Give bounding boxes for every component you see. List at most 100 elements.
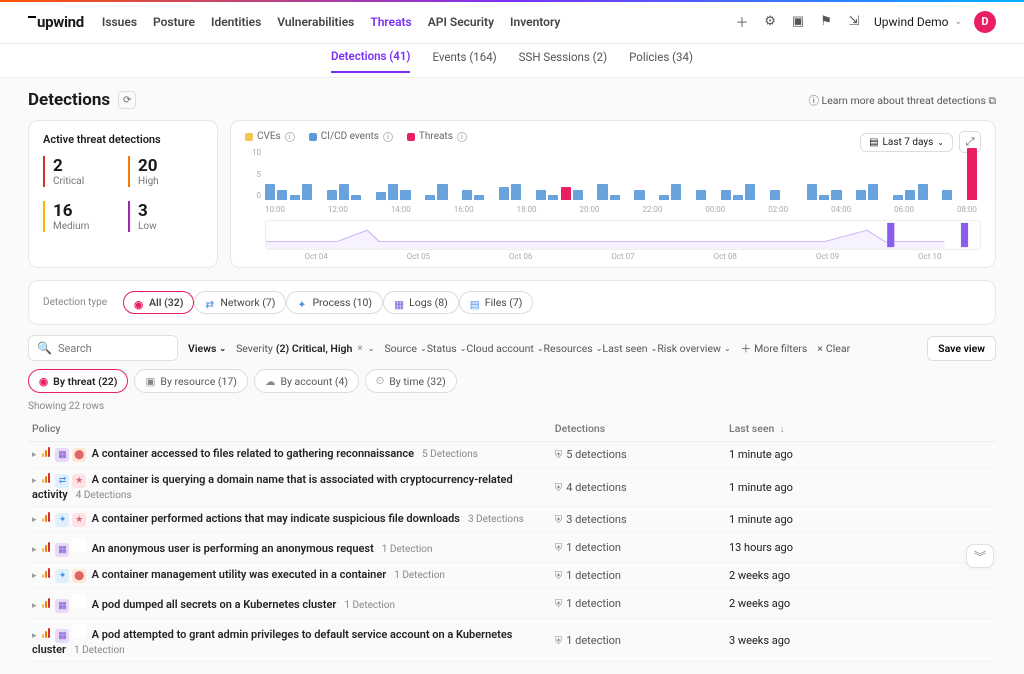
learn-more-link[interactable]: ⓘ Learn more about threat detections ⧉ bbox=[808, 93, 996, 108]
stat-critical[interactable]: 2Critical bbox=[43, 156, 118, 187]
nav-api-security[interactable]: API Security bbox=[428, 15, 494, 29]
group-by-button[interactable]: ⏲By time (32) bbox=[365, 369, 457, 393]
avatar[interactable]: D bbox=[974, 11, 996, 33]
subtab[interactable]: Policies (34) bbox=[629, 50, 693, 72]
table-row[interactable]: ▸ ✦ ⬤ A container management utility was… bbox=[28, 563, 996, 589]
info-icon[interactable]: i bbox=[457, 132, 467, 142]
bar[interactable] bbox=[610, 195, 620, 200]
bar[interactable] bbox=[277, 190, 287, 200]
detection-type-pill[interactable]: ✦Process (10) bbox=[286, 291, 383, 314]
bar[interactable] bbox=[474, 195, 484, 200]
bar[interactable] bbox=[548, 195, 558, 200]
bar[interactable] bbox=[807, 184, 817, 200]
detections-link[interactable]: 1 Detection bbox=[394, 570, 445, 581]
clear-filters-button[interactable]: × Clear bbox=[817, 342, 850, 355]
info-icon[interactable]: i bbox=[383, 132, 393, 142]
expand-row-icon[interactable]: ▸ bbox=[32, 601, 37, 611]
subtab[interactable]: Detections (41) bbox=[331, 49, 410, 73]
bar[interactable] bbox=[634, 190, 644, 200]
bar[interactable] bbox=[400, 190, 410, 200]
col-last-seen[interactable]: Last seen ↓ bbox=[725, 416, 996, 442]
detection-type-pill[interactable]: ▤Files (7) bbox=[459, 291, 534, 314]
group-by-button[interactable]: ◉By threat (22) bbox=[28, 369, 128, 393]
bar[interactable] bbox=[770, 190, 780, 200]
bar[interactable] bbox=[721, 190, 731, 200]
bar[interactable] bbox=[893, 195, 903, 200]
detections-link[interactable]: 5 Detections bbox=[422, 449, 478, 460]
bar[interactable] bbox=[437, 184, 447, 200]
bar[interactable] bbox=[511, 184, 521, 200]
table-row[interactable]: ▸ ⇄ ★ A container is querying a domain n… bbox=[28, 468, 996, 507]
col-detections[interactable]: Detections bbox=[551, 416, 725, 442]
expand-row-icon[interactable]: ▸ bbox=[32, 515, 37, 525]
detection-type-pill[interactable]: ◉All (32) bbox=[123, 291, 194, 314]
expand-row-icon[interactable]: ▸ bbox=[32, 450, 37, 460]
legend-item[interactable]: CVEs i bbox=[245, 131, 295, 142]
bar[interactable] bbox=[302, 184, 312, 200]
bar[interactable] bbox=[659, 195, 669, 200]
bar[interactable] bbox=[561, 187, 571, 200]
bar[interactable] bbox=[499, 187, 509, 200]
refresh-icon[interactable]: ⟳ bbox=[118, 91, 136, 109]
filter-status[interactable]: Status ⌄ bbox=[427, 342, 467, 355]
subtab[interactable]: Events (164) bbox=[432, 50, 496, 72]
views-dropdown[interactable]: Views ⌄ bbox=[188, 342, 226, 355]
stat-high[interactable]: 20High bbox=[128, 156, 203, 187]
bar[interactable] bbox=[733, 195, 743, 200]
detections-link[interactable]: 1 Detection bbox=[382, 544, 433, 555]
bar[interactable] bbox=[831, 190, 841, 200]
search-input[interactable]: 🔍 bbox=[28, 335, 178, 361]
clear-severity-icon[interactable]: × bbox=[355, 343, 364, 354]
bar[interactable] bbox=[905, 190, 915, 200]
bar[interactable] bbox=[671, 184, 681, 200]
search-field[interactable] bbox=[58, 342, 198, 355]
detections-link[interactable]: 3 Detections bbox=[468, 514, 524, 525]
bar[interactable] bbox=[462, 190, 472, 200]
expand-row-icon[interactable]: ▸ bbox=[32, 571, 37, 581]
info-icon[interactable]: i bbox=[285, 132, 295, 142]
table-row[interactable]: ▸ ✦ ★ A container performed actions that… bbox=[28, 507, 996, 533]
stat-low[interactable]: 3Low bbox=[128, 201, 203, 232]
stat-medium[interactable]: 16Medium bbox=[43, 201, 118, 232]
book-icon[interactable]: ▣ bbox=[790, 14, 806, 30]
bar[interactable] bbox=[819, 195, 829, 200]
table-row[interactable]: ▸ ▦ A pod dumped all secrets on a Kubern… bbox=[28, 589, 996, 619]
filter-resources[interactable]: Resources ⌄ bbox=[544, 342, 603, 355]
filter-source[interactable]: Source ⌄ bbox=[384, 342, 426, 355]
bar[interactable] bbox=[942, 190, 952, 200]
filter-cloud-account[interactable]: Cloud account ⌄ bbox=[466, 342, 543, 355]
table-row[interactable]: ▸ ▦ A pod attempted to grant admin privi… bbox=[28, 619, 996, 662]
bar[interactable] bbox=[265, 184, 275, 200]
filter-risk-overview[interactable]: Risk overview ⌄ bbox=[657, 342, 730, 355]
plus-icon[interactable]: ＋ bbox=[734, 14, 750, 30]
group-by-button[interactable]: ▣By resource (17) bbox=[134, 369, 247, 393]
bar[interactable] bbox=[351, 195, 361, 200]
flag-icon[interactable]: ⚑ bbox=[818, 14, 834, 30]
legend-item[interactable]: CI/CD events i bbox=[309, 131, 393, 142]
group-by-button[interactable]: ☁By account (4) bbox=[254, 369, 359, 393]
bar[interactable] bbox=[868, 184, 878, 200]
nav-posture[interactable]: Posture bbox=[153, 15, 195, 29]
bar-chart[interactable]: 1050 10:0012:0014:0016:0018:0020:0022:00… bbox=[245, 148, 981, 214]
scroll-down-button[interactable]: ︾ bbox=[966, 544, 994, 568]
filter-last-seen[interactable]: Last seen ⌄ bbox=[602, 342, 657, 355]
severity-filter[interactable]: Severity (2) Critical, High × ⌄ bbox=[236, 342, 374, 355]
bar[interactable] bbox=[597, 184, 607, 200]
nav-issues[interactable]: Issues bbox=[102, 15, 137, 29]
detections-link[interactable]: 1 Detection bbox=[344, 600, 395, 611]
bar[interactable] bbox=[696, 190, 706, 200]
gear-icon[interactable]: ⚙ bbox=[762, 14, 778, 30]
bar[interactable] bbox=[573, 190, 583, 200]
expand-row-icon[interactable]: ▸ bbox=[32, 545, 37, 555]
bar[interactable] bbox=[856, 190, 866, 200]
bar[interactable] bbox=[376, 192, 386, 200]
table-row[interactable]: ▸ ▦ ⬤ A container accessed to files rela… bbox=[28, 442, 996, 468]
expand-row-icon[interactable]: ▸ bbox=[32, 476, 37, 486]
nav-vulnerabilities[interactable]: Vulnerabilities bbox=[277, 15, 354, 29]
bar[interactable] bbox=[425, 195, 435, 200]
bar[interactable] bbox=[327, 190, 337, 200]
legend-item[interactable]: Threats i bbox=[407, 131, 467, 142]
bar[interactable] bbox=[918, 184, 928, 200]
detection-type-pill[interactable]: ⇄Network (7) bbox=[194, 291, 286, 314]
detection-type-pill[interactable]: ▦Logs (8) bbox=[383, 291, 459, 314]
